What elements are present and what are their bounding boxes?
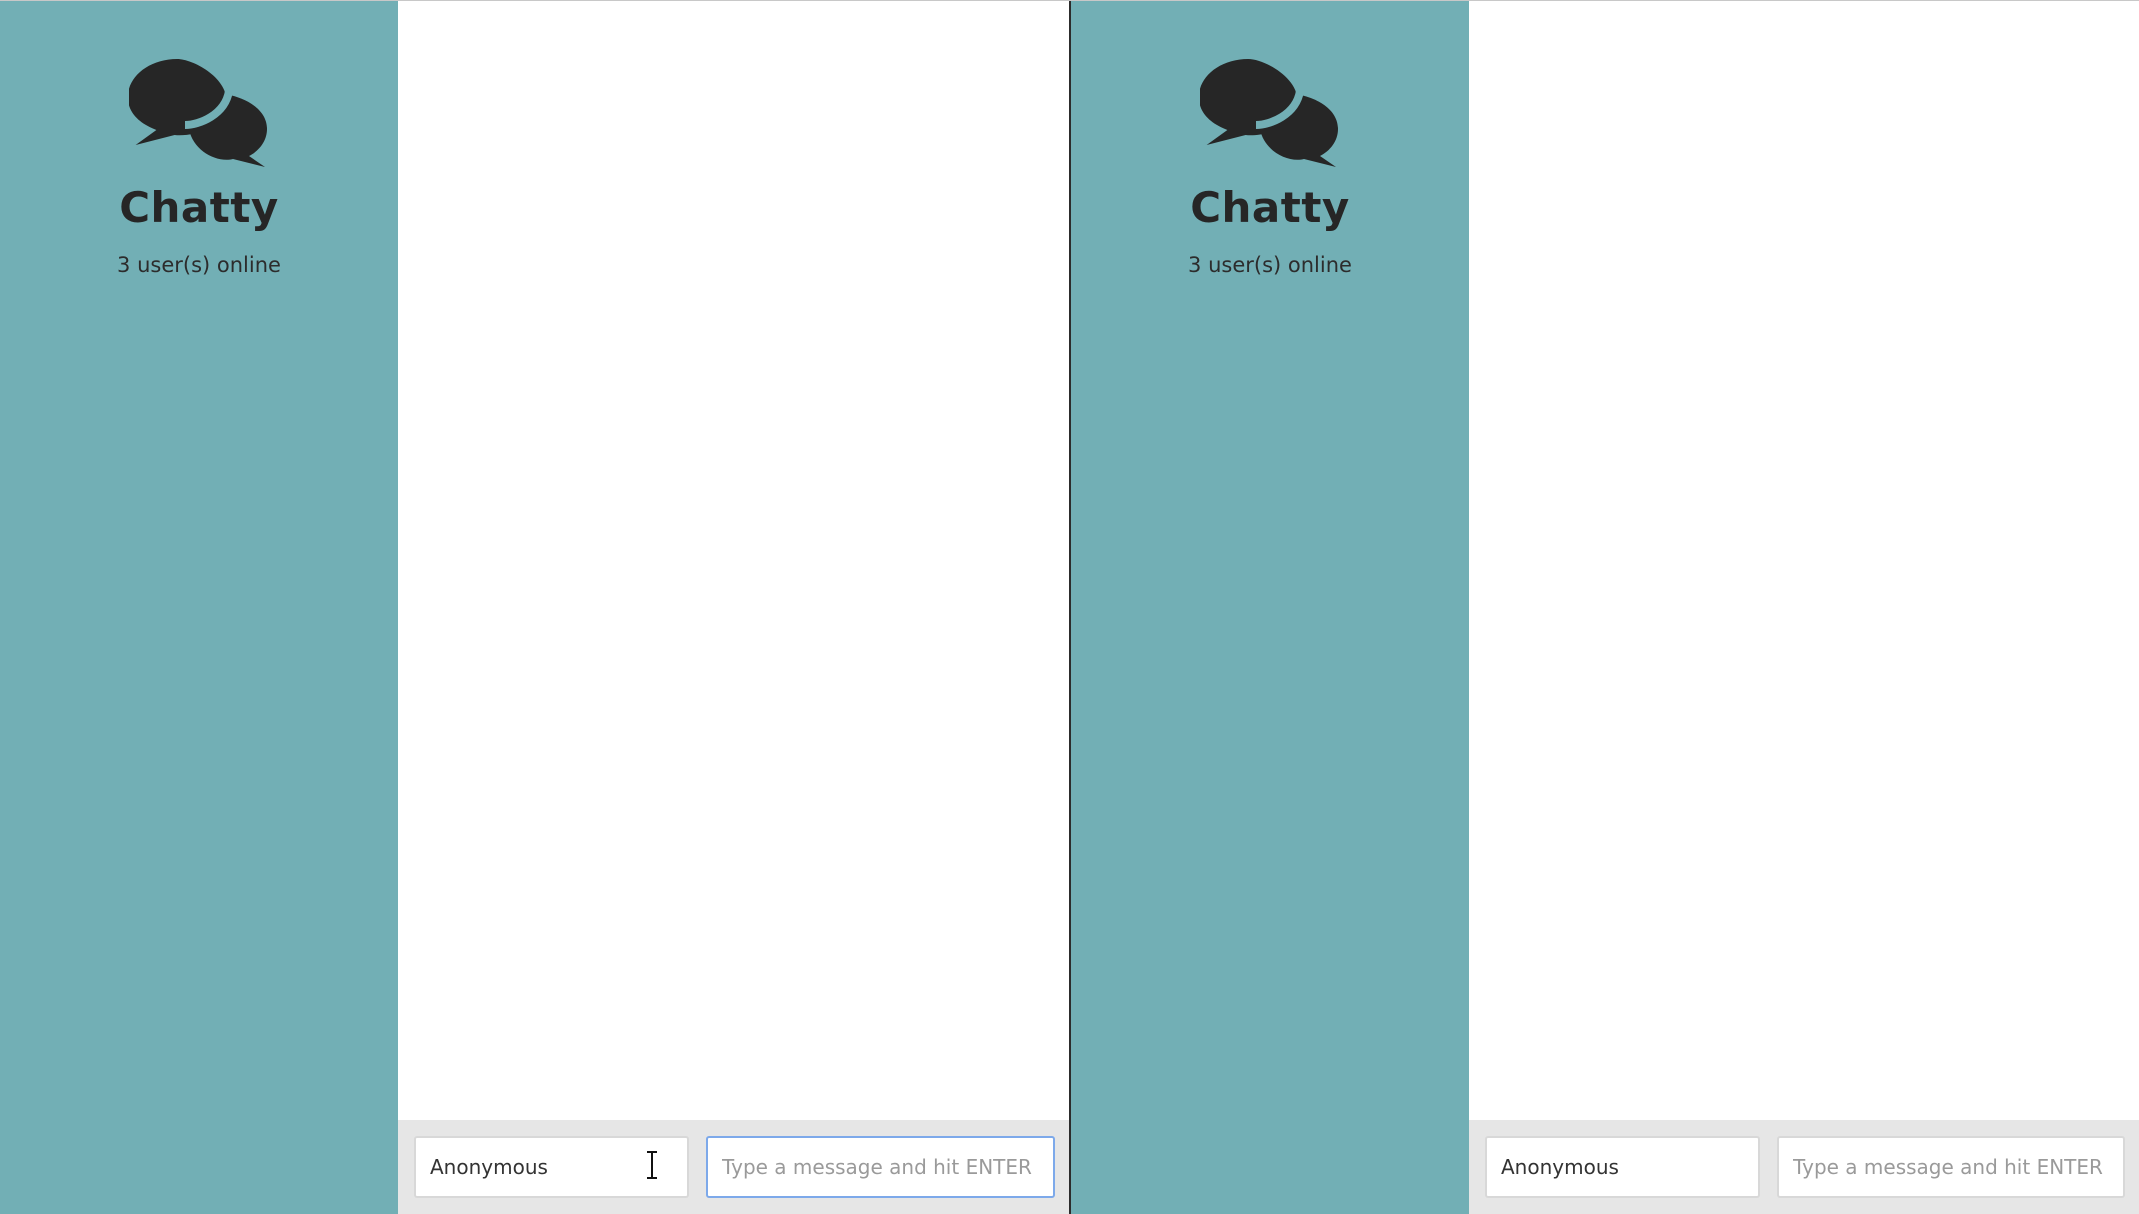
sidebar-header: Chatty 3 user(s) online — [0, 55, 398, 277]
sidebar-header: Chatty 3 user(s) online — [1071, 55, 1469, 277]
message-input[interactable] — [1777, 1136, 2125, 1198]
sidebar: Chatty 3 user(s) online — [1071, 1, 1469, 1214]
chat-window-left: Chatty 3 user(s) online — [0, 1, 1069, 1214]
message-list[interactable] — [1469, 1, 2139, 1120]
app-title: Chatty — [119, 183, 279, 232]
online-user-count: 3 user(s) online — [1188, 253, 1352, 278]
message-list[interactable] — [398, 1, 1069, 1120]
app-title: Chatty — [1190, 183, 1350, 232]
screen: Chatty 3 user(s) online Chatty 3 user — [0, 0, 2139, 1214]
chat-bubbles-icon — [1200, 59, 1338, 167]
chat-composer — [1469, 1120, 2139, 1214]
username-input[interactable] — [1485, 1136, 1760, 1198]
online-user-count: 3 user(s) online — [117, 253, 281, 278]
sidebar: Chatty 3 user(s) online — [0, 1, 398, 1214]
chat-window-right: Chatty 3 user(s) online — [1071, 1, 2139, 1214]
username-input[interactable] — [414, 1136, 689, 1198]
chat-bubbles-icon — [129, 59, 267, 167]
chat-main — [1469, 1, 2139, 1214]
chat-main — [398, 1, 1069, 1214]
chat-composer — [398, 1120, 1069, 1214]
message-input[interactable] — [706, 1136, 1055, 1198]
